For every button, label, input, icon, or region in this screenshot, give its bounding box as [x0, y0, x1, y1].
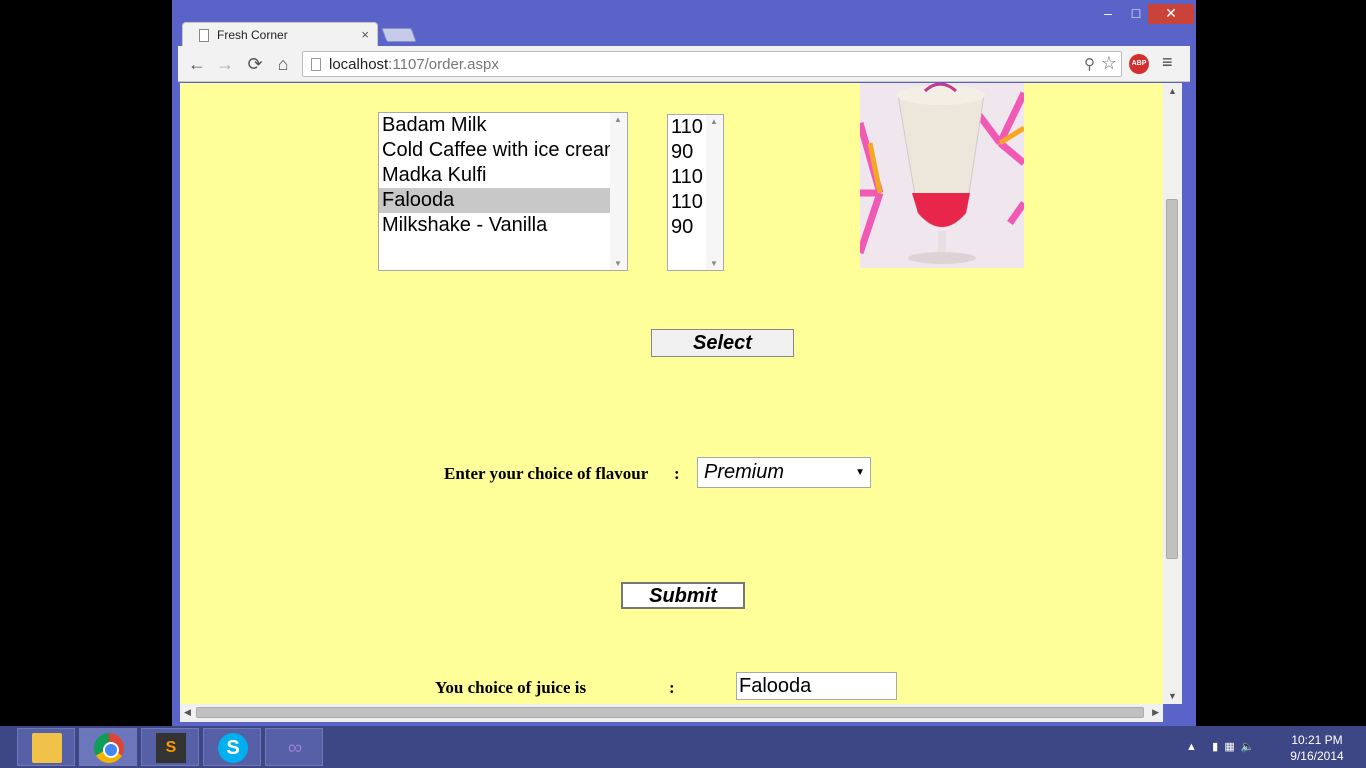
page-icon [199, 29, 209, 42]
falooda-image [860, 83, 1024, 268]
battery-icon[interactable]: ▮ [1212, 741, 1218, 753]
maximize-button[interactable]: □ [1124, 4, 1148, 24]
price-item[interactable]: 90 [668, 215, 708, 240]
items-options: Badam Milk Cold Caffee with ice cream Ma… [379, 113, 621, 238]
flavour-colon: : [674, 464, 680, 483]
tab-title: Fresh Corner [217, 28, 288, 42]
taskbar-skype[interactable]: S [203, 728, 261, 766]
url-text[interactable]: localhost:1107/order.aspx [329, 56, 499, 73]
flavour-label: Enter your choice of flavour [444, 464, 649, 483]
scroll-up-icon[interactable]: ▲ [1168, 86, 1177, 96]
scroll-up-icon[interactable]: ▲ [710, 117, 718, 126]
scroll-up-icon[interactable]: ▲ [614, 115, 622, 124]
list-item[interactable]: Cold Caffee with ice cream [379, 138, 621, 163]
clock[interactable]: 10:21 PM 9/16/2014 [1284, 732, 1350, 764]
scroll-down-icon[interactable]: ▼ [710, 259, 718, 268]
forward-arrow-icon[interactable]: → [214, 53, 236, 75]
flavour-dropdown[interactable]: Premium ▼ [697, 457, 871, 488]
chrome-icon [94, 733, 124, 763]
flavour-value: Premium [704, 461, 785, 483]
visual-studio-icon: ∞ [287, 737, 303, 759]
prices-listbox[interactable]: 110 90 110 110 90 ▲ ▼ [667, 114, 724, 271]
listbox-scrollbar[interactable]: ▲ ▼ [706, 115, 723, 270]
scroll-left-icon[interactable]: ◀ [184, 707, 191, 718]
show-hidden-icons-icon[interactable]: ▲ [1186, 741, 1197, 753]
list-item[interactable]: Milkshake - Vanilla [379, 213, 611, 238]
listbox-scrollbar[interactable]: ▲ ▼ [610, 113, 627, 270]
price-item[interactable]: 110 [668, 115, 708, 140]
select-button[interactable]: Select [651, 329, 794, 357]
taskbar-chrome[interactable] [79, 728, 137, 766]
bookmark-star-icon[interactable]: ☆ [1101, 53, 1117, 74]
chevron-down-icon: ▼ [855, 467, 865, 478]
back-arrow-icon[interactable]: ← [186, 53, 208, 75]
price-item[interactable]: 90 [668, 140, 708, 165]
price-item[interactable]: 110 [668, 190, 708, 215]
horizontal-scrollbar[interactable]: ◀ ▶ [180, 704, 1163, 722]
close-window-button[interactable]: ✕ [1148, 4, 1194, 24]
taskbar: S S ∞ ▲ ▮ ▦ 🔈 10:21 PM 9/16/2014 [0, 726, 1366, 768]
skype-icon: S [218, 733, 248, 763]
title-bar: Fresh Corner × – □ ✕ [172, 0, 1196, 48]
volume-icon[interactable]: 🔈 [1241, 741, 1255, 753]
adblock-icon[interactable]: ABP [1129, 54, 1149, 74]
list-item[interactable]: Falooda [379, 188, 611, 213]
system-tray[interactable]: ▲ ▮ ▦ 🔈 [1186, 740, 1255, 753]
scroll-right-icon[interactable]: ▶ [1152, 707, 1159, 718]
price-options: 110 90 110 110 90 [668, 115, 708, 240]
submit-button[interactable]: Submit [621, 582, 745, 609]
taskbar-sublime-text[interactable]: S [141, 728, 199, 766]
items-listbox[interactable]: Badam Milk Cold Caffee with ice cream Ma… [378, 112, 628, 271]
clock-time: 10:21 PM [1291, 733, 1343, 747]
tab-fresh-corner[interactable]: Fresh Corner × [182, 22, 378, 48]
result-field[interactable]: Falooda [736, 672, 897, 700]
scroll-thumb[interactable] [1166, 199, 1178, 559]
page-content: Badam Milk Cold Caffee with ice cream Ma… [180, 83, 1163, 704]
url-path: :1107/order.aspx [388, 56, 499, 73]
page-icon [311, 58, 321, 71]
scroll-thumb[interactable] [196, 707, 1144, 718]
taskbar-file-explorer[interactable] [17, 728, 75, 766]
taskbar-visual-studio[interactable]: ∞ [265, 728, 323, 766]
home-icon[interactable]: ⌂ [272, 53, 294, 75]
url-host: localhost [329, 56, 389, 73]
result-label: You choice of juice is [435, 678, 587, 697]
tab-close-icon[interactable]: × [361, 27, 369, 42]
new-tab-button[interactable] [381, 28, 417, 42]
result-colon: : [669, 678, 675, 697]
vertical-scrollbar[interactable]: ▲ ▼ [1163, 83, 1182, 704]
list-item[interactable]: Badam Milk [379, 113, 611, 138]
network-icon[interactable]: ▦ [1224, 741, 1234, 753]
scroll-down-icon[interactable]: ▼ [614, 259, 622, 268]
browser-window: Fresh Corner × – □ ✕ ← → ⟳ ⌂ localhost:1… [172, 0, 1196, 726]
price-item[interactable]: 110 [668, 165, 708, 190]
minimize-button[interactable]: – [1096, 4, 1120, 24]
zoom-icon[interactable]: ⚲ [1084, 55, 1095, 73]
reload-icon[interactable]: ⟳ [244, 53, 266, 75]
scroll-down-icon[interactable]: ▼ [1168, 691, 1177, 701]
sublime-icon: S [156, 733, 186, 763]
address-bar[interactable]: localhost:1107/order.aspx ⚲ ☆ [302, 51, 1122, 77]
list-item[interactable]: Madka Kulfi [379, 163, 611, 188]
chrome-menu-icon[interactable]: ≡ [1162, 52, 1173, 73]
browser-toolbar: ← → ⟳ ⌂ localhost:1107/order.aspx ⚲ ☆ AB… [178, 46, 1190, 82]
clock-date: 9/16/2014 [1290, 749, 1344, 763]
desktop: Fresh Corner × – □ ✕ ← → ⟳ ⌂ localhost:1… [0, 0, 1366, 768]
folder-icon [32, 733, 62, 763]
